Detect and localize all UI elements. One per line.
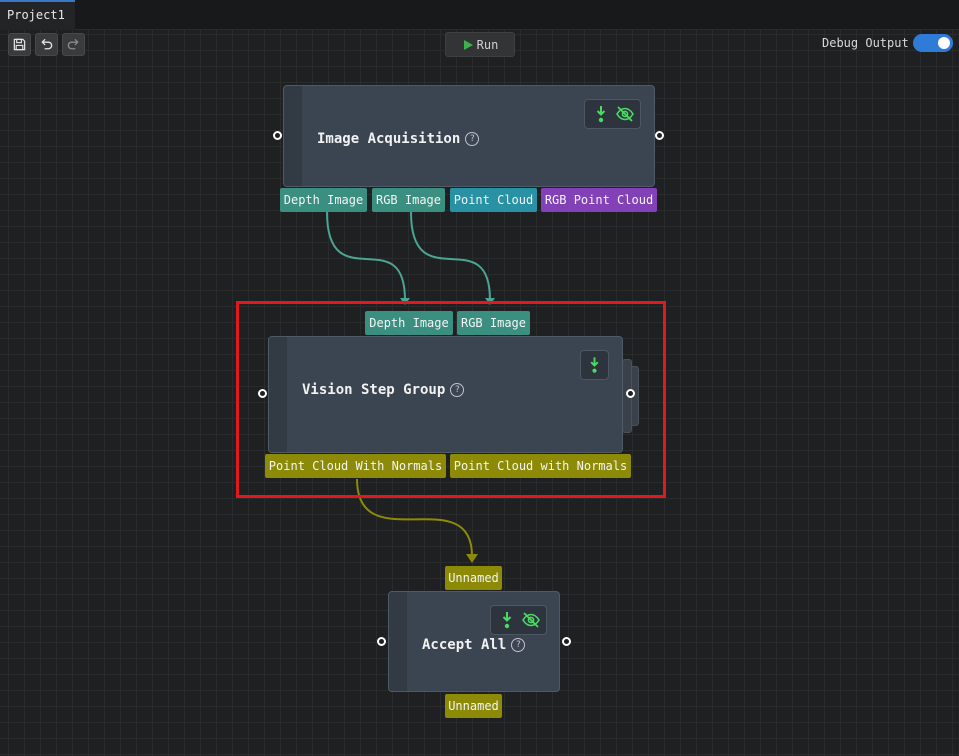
debug-output-toggle[interactable] xyxy=(913,34,953,52)
node-title-text: Accept All xyxy=(422,637,507,653)
node-output-port[interactable] xyxy=(562,637,571,646)
tab-project1[interactable]: Project1 xyxy=(0,0,75,30)
help-icon[interactable]: ? xyxy=(465,132,480,146)
node-title: Accept All ? xyxy=(422,637,526,653)
redo-icon xyxy=(67,38,79,50)
node-accept-all[interactable]: Accept All ? xyxy=(388,591,560,692)
node-title: Image Acquisition ? xyxy=(317,131,480,147)
save-button[interactable] xyxy=(8,33,31,56)
output-port-point-cloud[interactable]: Point Cloud xyxy=(450,188,537,212)
node-stripe xyxy=(284,86,302,186)
node-input-port[interactable] xyxy=(258,389,267,398)
help-icon[interactable]: ? xyxy=(511,638,526,652)
redo-button[interactable] xyxy=(62,33,85,56)
output-port-rgb-point-cloud[interactable]: RGB Point Cloud xyxy=(541,188,657,212)
download-debug-icon[interactable] xyxy=(591,104,611,124)
undo-icon xyxy=(41,38,53,50)
run-label: Run xyxy=(476,37,499,52)
node-input-port[interactable] xyxy=(377,637,386,646)
run-button[interactable]: Run xyxy=(445,32,515,57)
toggle-knob xyxy=(938,37,950,49)
input-port-unnamed[interactable]: Unnamed xyxy=(445,566,502,590)
tab-bar: Project1 xyxy=(0,0,959,30)
node-icon-group xyxy=(584,99,641,129)
node-title: Vision Step Group ? xyxy=(302,382,465,398)
download-debug-icon[interactable] xyxy=(585,355,604,375)
input-port-depth-image[interactable]: Depth Image xyxy=(365,311,453,335)
undo-button[interactable] xyxy=(35,33,58,56)
node-output-port[interactable] xyxy=(626,389,635,398)
node-icon-group xyxy=(490,605,547,635)
download-debug-icon[interactable] xyxy=(497,610,517,630)
node-vision-step-group[interactable]: Vision Step Group ? xyxy=(268,336,623,453)
eye-off-icon[interactable] xyxy=(615,104,635,124)
node-image-acquisition[interactable]: Image Acquisition ? xyxy=(283,85,655,187)
output-port-point-cloud-with-normals[interactable]: Point Cloud With Normals xyxy=(265,454,446,478)
output-port-point-cloud-with-normals-2[interactable]: Point Cloud with Normals xyxy=(450,454,631,478)
node-title-text: Image Acquisition xyxy=(317,131,461,147)
node-stripe xyxy=(389,592,407,691)
output-port-depth-image[interactable]: Depth Image xyxy=(280,188,367,212)
play-icon xyxy=(463,39,473,50)
output-port-unnamed[interactable]: Unnamed xyxy=(445,694,502,718)
help-icon[interactable]: ? xyxy=(450,383,465,397)
save-icon xyxy=(13,38,26,51)
input-port-rgb-image[interactable]: RGB Image xyxy=(457,311,530,335)
output-port-rgb-image[interactable]: RGB Image xyxy=(372,188,445,212)
node-stripe xyxy=(269,337,287,452)
node-icon-group xyxy=(580,350,609,380)
node-title-text: Vision Step Group xyxy=(302,382,446,398)
eye-off-icon[interactable] xyxy=(521,610,541,630)
node-output-port[interactable] xyxy=(655,131,664,140)
debug-output-label: Debug Output xyxy=(822,36,909,50)
node-input-port[interactable] xyxy=(273,131,282,140)
